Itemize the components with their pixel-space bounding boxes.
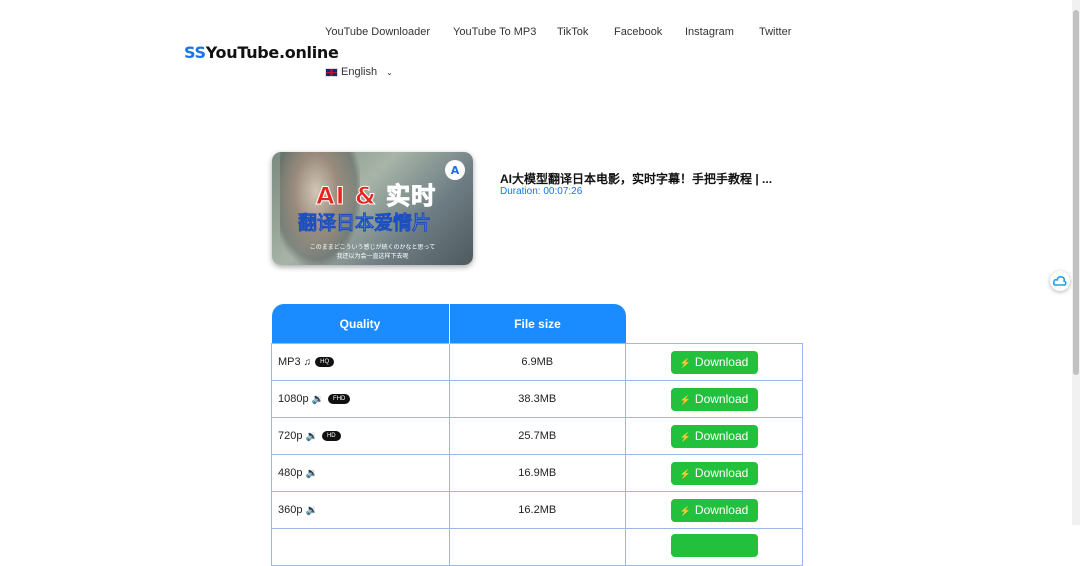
download-table: Quality File size MP3 ♫ HQ 6.9MB ⚡ Download…: [271, 304, 803, 566]
quality-label: 360p: [278, 504, 303, 516]
table-row: 1080p 🔉 FHD 38.3MB ⚡ Download: [271, 380, 803, 418]
quality-label: 720p: [278, 430, 303, 442]
quality-tag: FHD: [328, 394, 351, 405]
cloud-assistant-icon[interactable]: [1050, 271, 1070, 291]
chevron-down-icon: ⌄: [386, 67, 393, 77]
download-button[interactable]: ⚡ Download: [670, 387, 758, 411]
logo-prefix: SS: [184, 43, 206, 62]
channel-badge-icon: A: [445, 160, 465, 180]
nav-instagram[interactable]: Instagram: [685, 26, 734, 38]
download-button[interactable]: ⚡ Download: [670, 461, 758, 485]
file-size: 16.9MB: [448, 454, 626, 492]
quality-label: MP3: [278, 356, 301, 368]
quality-tag: HD: [321, 431, 341, 442]
thumbnail-caption-cn: 我还以为会一直这样下去呢: [336, 254, 409, 260]
bolt-icon: ⚡: [679, 357, 691, 368]
download-button[interactable]: [670, 534, 758, 557]
file-size: 38.3MB: [448, 380, 626, 418]
nav-facebook[interactable]: Facebook: [614, 26, 662, 38]
bolt-icon: ⚡: [679, 394, 691, 405]
nav-tiktok[interactable]: TikTok: [557, 26, 588, 38]
nav-twitter[interactable]: Twitter: [759, 26, 791, 38]
bolt-icon: ⚡: [679, 468, 691, 479]
uk-flag-icon: [325, 67, 338, 77]
nav-youtube-downloader[interactable]: YouTube Downloader: [325, 26, 430, 38]
speaker-icon: 🔉: [311, 394, 325, 405]
file-size: 25.7MB: [448, 417, 626, 455]
quality-label: 480p: [278, 467, 303, 479]
table-row: 720p 🔉 HD 25.7MB ⚡ Download: [271, 417, 803, 455]
table-row: 480p 🔉 16.9MB ⚡ Download: [271, 454, 803, 492]
thumbnail-caption-jp: このままどこういう感じが続くのかなと思って: [309, 245, 436, 251]
speaker-icon: 🔉: [305, 468, 318, 479]
video-duration: Duration: 00:07:26: [500, 186, 583, 197]
music-note-icon: ♫: [303, 357, 312, 368]
bolt-icon: ⚡: [679, 505, 691, 516]
speaker-icon: 🔉: [305, 431, 318, 442]
table-row: MP3 ♫ HQ 6.9MB ⚡ Download: [271, 343, 803, 381]
quality-label: 1080p: [278, 393, 309, 405]
language-selector[interactable]: English ⌄: [325, 66, 393, 78]
quality-tag: HQ: [315, 357, 335, 368]
thumbnail-subheadline: 翻译日本爱情片: [298, 212, 432, 235]
download-button[interactable]: ⚡ Download: [670, 424, 758, 448]
bolt-icon: ⚡: [679, 431, 691, 442]
table-row: 360p 🔉 16.2MB ⚡ Download: [271, 491, 803, 529]
size-header: File size: [448, 304, 626, 344]
speaker-icon: 🔉: [305, 505, 318, 516]
download-button[interactable]: ⚡ Download: [670, 498, 758, 522]
video-thumbnail: AI & 实时 翻译日本爱情片 このままどこういう感じが続くのかなと思って 我还…: [272, 152, 473, 265]
quality-header: Quality: [271, 304, 449, 344]
scrollbar-thumb[interactable]: [1073, 10, 1079, 375]
action-header: [626, 304, 803, 344]
download-button[interactable]: ⚡ Download: [670, 350, 758, 374]
thumbnail-headline: AI & 实时: [315, 182, 437, 211]
file-size: 16.2MB: [448, 491, 626, 529]
nav-youtube-to-mp3[interactable]: YouTube To MP3: [453, 26, 536, 38]
logo-rest: YouTube.online: [205, 43, 339, 62]
page-scrollbar[interactable]: [1072, 0, 1080, 525]
table-row: [271, 528, 803, 566]
language-label: English: [341, 66, 378, 78]
video-title: AI大模型翻译日本电影，实时字幕！手把手教程 | ...: [500, 172, 773, 186]
file-size: 6.9MB: [448, 343, 626, 381]
site-logo[interactable]: SSYouTube.online: [184, 43, 339, 62]
